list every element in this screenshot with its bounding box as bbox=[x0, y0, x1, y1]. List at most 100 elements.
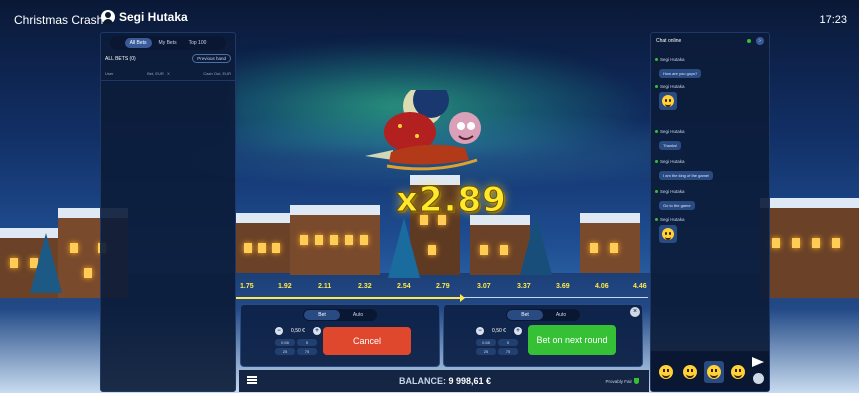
tab-top-100[interactable]: Top 100 bbox=[184, 38, 212, 48]
grin-emoji-icon bbox=[662, 228, 674, 240]
chat-message: Segi Hutaka bbox=[655, 84, 685, 115]
provably-fair-link[interactable]: Provably Fair bbox=[605, 378, 639, 384]
mode-auto[interactable]: Auto bbox=[543, 310, 579, 320]
tab-my-bets[interactable]: My Bets bbox=[154, 38, 182, 48]
quick-amount[interactable]: 75 bbox=[498, 348, 518, 355]
bets-summary: ALL BETS (0) Previous hand bbox=[101, 50, 235, 63]
santa-sleigh-illustration bbox=[365, 90, 481, 171]
username: Segi Hutaka bbox=[119, 10, 188, 24]
minus-icon[interactable]: − bbox=[476, 327, 484, 335]
quick-amount[interactable]: 5 bbox=[297, 339, 317, 346]
bets-panel: All Bets My Bets Top 100 ALL BETS (0) Pr… bbox=[100, 32, 236, 392]
column-user: User bbox=[105, 71, 114, 76]
tab-all-bets[interactable]: All Bets bbox=[124, 38, 152, 48]
chat-user: Segi Hutaka bbox=[655, 129, 685, 134]
scale-tick: 2.11 bbox=[318, 283, 332, 290]
game-title: Christmas Crash bbox=[14, 13, 104, 27]
quick-amounts: 0.58 5 25 75 bbox=[476, 339, 518, 355]
amount-stepper: − 0,50 € + bbox=[476, 327, 522, 335]
close-icon[interactable]: × bbox=[630, 307, 640, 317]
chat-panel: Chat online › Segi Hutaka How are you gu… bbox=[650, 32, 770, 392]
bet-amount[interactable]: 0,50 € bbox=[287, 328, 309, 334]
mode-switch: Bet Auto bbox=[506, 309, 580, 321]
chat-user: Segi Hutaka bbox=[655, 84, 685, 89]
chat-title: Chat online bbox=[656, 38, 682, 44]
smile-emoji-icon[interactable] bbox=[683, 365, 697, 379]
chat-message: Segi Hutaka How are you guys? bbox=[655, 57, 702, 80]
send-icon[interactable] bbox=[752, 357, 764, 367]
chat-header: Chat online › bbox=[651, 33, 769, 49]
user-avatar-icon bbox=[101, 10, 115, 24]
chat-text: I am the king of the game! bbox=[659, 171, 714, 180]
mode-switch: Bet Auto bbox=[303, 309, 377, 321]
online-dot-icon bbox=[746, 39, 751, 43]
menu-icon[interactable] bbox=[247, 376, 257, 384]
chat-user: Segi Hutaka bbox=[655, 189, 695, 194]
scale-tick: 1.75 bbox=[240, 283, 254, 290]
balance-value: 9 998,61 € bbox=[448, 376, 492, 386]
quick-amount[interactable]: 5 bbox=[498, 339, 518, 346]
bets-table-header: User Bet, EUR X Cash Out, EUR bbox=[101, 63, 235, 81]
scale-tick: 1.92 bbox=[278, 283, 292, 290]
bet-panel-right: Bet Auto − 0,50 € + 0.58 5 25 75 Bet on … bbox=[443, 304, 643, 367]
chat-emoji bbox=[659, 225, 677, 243]
previous-hand-button[interactable]: Previous hand bbox=[192, 54, 231, 63]
amount-stepper: − 0,50 € + bbox=[275, 327, 321, 335]
grin-emoji-icon[interactable] bbox=[659, 365, 673, 379]
chat-message: Segi Hutaka I am the king of the game! bbox=[655, 159, 714, 182]
quick-amount[interactable]: 25 bbox=[476, 348, 496, 355]
bet-amount[interactable]: 0,50 € bbox=[488, 328, 510, 334]
smile-emoji-icon bbox=[662, 95, 674, 107]
scale-tick: 4.46 bbox=[633, 283, 647, 290]
bet-panel-left: Bet Auto − 0,50 € + 0.58 5 25 75 Cancel bbox=[240, 304, 440, 367]
chat-collapse-icon[interactable]: › bbox=[755, 37, 764, 45]
scale-tick: 3.07 bbox=[477, 283, 491, 290]
chat-message: Segi Hutaka Go to the game bbox=[655, 189, 695, 212]
column-cashout: Cash Out, EUR bbox=[203, 71, 231, 76]
column-bet: Bet, EUR X bbox=[147, 71, 170, 76]
quick-amount[interactable]: 25 bbox=[275, 348, 295, 355]
cancel-button[interactable]: Cancel bbox=[323, 327, 411, 355]
quick-amounts: 0.58 5 25 75 bbox=[275, 339, 317, 355]
shield-icon bbox=[634, 378, 639, 384]
house bbox=[236, 213, 296, 273]
chat-emoji bbox=[659, 92, 677, 110]
house bbox=[580, 213, 640, 273]
laugh-emoji-icon[interactable] bbox=[707, 365, 721, 379]
provably-fair-label: Provably Fair bbox=[605, 378, 632, 384]
squint-emoji-icon[interactable] bbox=[731, 365, 745, 379]
quick-amount[interactable]: 0.58 bbox=[275, 339, 295, 346]
bets-tabs: All Bets My Bets Top 100 bbox=[110, 36, 226, 50]
balance: BALANCE: 9 998,61 € bbox=[399, 376, 491, 386]
remaining-track bbox=[462, 297, 648, 298]
chat-text: Thanks! bbox=[659, 141, 682, 150]
mode-bet[interactable]: Bet bbox=[304, 310, 340, 320]
user-profile[interactable]: Segi Hutaka bbox=[101, 10, 188, 24]
scale-tick: 2.79 bbox=[436, 283, 450, 290]
chat-user: Segi Hutaka bbox=[655, 159, 713, 164]
plus-icon[interactable]: + bbox=[514, 327, 522, 335]
progress-track bbox=[236, 297, 462, 299]
plus-icon[interactable]: + bbox=[313, 327, 321, 335]
quick-amount[interactable]: 75 bbox=[297, 348, 317, 355]
quick-amount[interactable]: 0.58 bbox=[476, 339, 496, 346]
progress-arrow-icon bbox=[460, 294, 465, 302]
minus-icon[interactable]: − bbox=[275, 327, 283, 335]
house bbox=[290, 205, 380, 275]
pine-tree bbox=[30, 233, 62, 293]
balance-bar: BALANCE: 9 998,61 € Provably Fair bbox=[239, 370, 649, 392]
mode-bet[interactable]: Bet bbox=[507, 310, 543, 320]
clock: 17:23 bbox=[819, 14, 847, 26]
emoji-toggle-icon[interactable] bbox=[753, 373, 764, 384]
mode-auto[interactable]: Auto bbox=[340, 310, 376, 320]
chat-message: Segi Hutaka Thanks! bbox=[655, 129, 685, 152]
all-bets-count: ALL BETS (0) bbox=[105, 55, 136, 62]
scale-tick: 3.37 bbox=[517, 283, 531, 290]
emoji-picker bbox=[651, 351, 769, 391]
house bbox=[760, 198, 859, 298]
chat-user: Segi Hutaka bbox=[655, 57, 701, 62]
bet-next-round-button[interactable]: Bet on next round bbox=[528, 325, 616, 355]
scale-tick: 2.54 bbox=[397, 283, 411, 290]
crash-multiplier: x2.89 bbox=[396, 180, 507, 221]
chat-text: How are you guys? bbox=[659, 69, 702, 78]
